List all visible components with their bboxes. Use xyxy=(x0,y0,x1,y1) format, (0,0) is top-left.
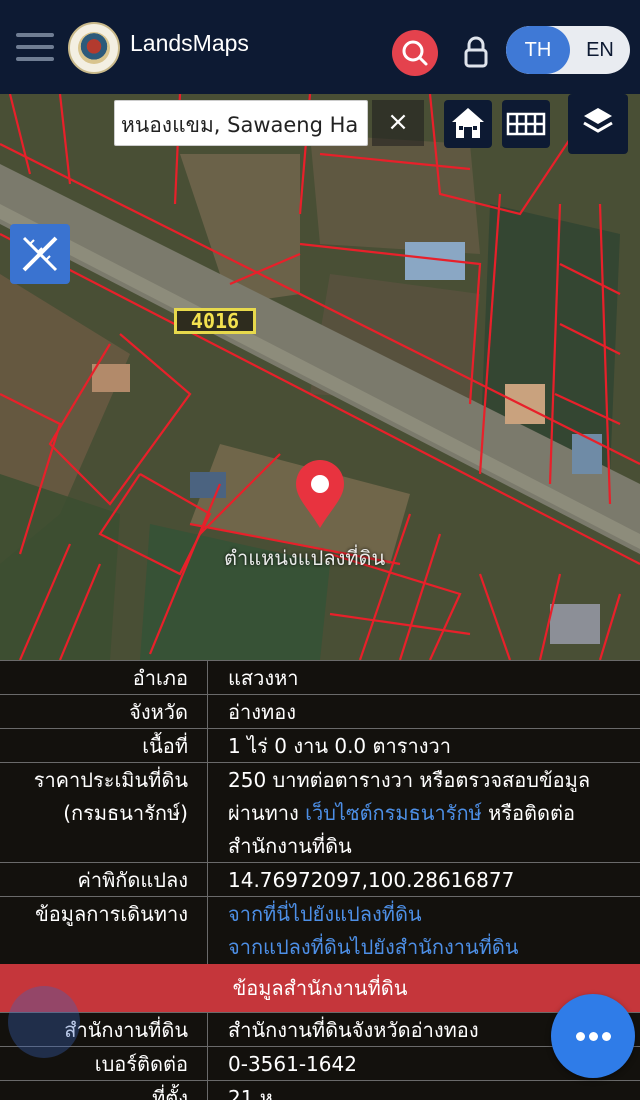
lock-icon[interactable] xyxy=(461,34,491,70)
price-suffix: หรือติดต่อ xyxy=(481,801,576,825)
directions-to-office-link[interactable]: จากแปลงที่ดินไปยังสำนักงานที่ดิน xyxy=(228,931,640,964)
ruler-pencil-icon xyxy=(22,236,58,272)
road-number-label: 4016 xyxy=(174,308,256,334)
district-label: อำเภอ xyxy=(132,666,188,690)
price-label: ราคาประเมินที่ดิน (กรมธนารักษ์) xyxy=(0,763,206,830)
more-options-button[interactable] xyxy=(551,994,635,1078)
logo-emblem[interactable] xyxy=(68,22,120,74)
coords-label: ค่าพิกัดแปลง xyxy=(77,868,189,892)
price-value-line1: 250 บาทต่อตารางวา หรือตรวจสอบข้อมูล xyxy=(228,768,591,792)
parcel-location-label: ตำแหน่งแปลงที่ดิน xyxy=(224,546,386,570)
layers-button[interactable] xyxy=(568,94,628,154)
price-label-line2: (กรมธนารักษ์) xyxy=(63,801,188,825)
area-row: เนื้อที่ 1 ไร่ 0 งาน 0.0 ตารางวา xyxy=(0,728,640,762)
grid-icon xyxy=(506,112,546,136)
home-button[interactable] xyxy=(444,100,492,148)
province-label: จังหวัด xyxy=(129,700,188,724)
area-label: เนื้อที่ xyxy=(142,734,188,758)
district-row: อำเภอ แสวงหา xyxy=(0,660,640,694)
province-row: จังหวัด อ่างทอง xyxy=(0,694,640,728)
coords-link[interactable]: 14.76972097,100.28616877 xyxy=(207,863,640,896)
phone-row: เบอร์ติดต่อ 0-3561-1642 xyxy=(0,1046,640,1080)
clear-search-button[interactable]: × xyxy=(372,100,424,146)
home-icon xyxy=(452,108,484,138)
grid-button[interactable] xyxy=(502,100,550,148)
layers-icon xyxy=(583,108,613,133)
price-value-line2: ผ่านทาง เว็บไซต์กรมธนารักษ์ หรือติดต่อ xyxy=(228,797,640,830)
office-row: สำนักงานที่ดิน สำนักงานที่ดินจังหวัดอ่าง… xyxy=(0,1012,640,1046)
address-row: ที่ตั้ง 21 ห xyxy=(0,1080,640,1100)
map-view[interactable]: หนองแขม, Sawaeng Ha × 4016 ตำแหน่งแปลงที… xyxy=(0,94,640,660)
info-icon[interactable] xyxy=(8,986,80,1058)
brand-title: LandsMaps xyxy=(130,30,249,56)
satellite-map xyxy=(0,94,640,660)
price-value: 250 บาทต่อตารางวา หรือตรวจสอบข้อมูล ผ่าน… xyxy=(207,763,640,862)
lang-en-button[interactable]: EN xyxy=(570,26,630,74)
address-label: ที่ตั้ง xyxy=(152,1086,188,1100)
price-row: ราคาประเมินที่ดิน (กรมธนารักษ์) 250 บาทต… xyxy=(0,762,640,862)
dot-icon xyxy=(576,1032,585,1041)
dot-icon xyxy=(589,1032,598,1041)
measure-button[interactable] xyxy=(10,224,70,284)
dot-icon xyxy=(602,1032,611,1041)
location-pin-icon[interactable] xyxy=(294,460,346,530)
district-value: แสวงหา xyxy=(207,661,640,694)
area-value: 1 ไร่ 0 งาน 0.0 ตารางวา xyxy=(207,729,640,762)
top-bar: LandsMaps TH EN xyxy=(0,0,640,94)
travel-label: ข้อมูลการเดินทาง xyxy=(35,902,188,926)
directions-to-parcel-link[interactable]: จากที่นี่ไปยังแปลงที่ดิน xyxy=(228,898,640,931)
parcel-info-panel: อำเภอ แสวงหา จังหวัด อ่างทอง เนื้อที่ 1 … xyxy=(0,660,640,1100)
travel-row: ข้อมูลการเดินทาง จากที่นี่ไปยังแปลงที่ดิ… xyxy=(0,896,640,964)
land-office-section-header: ข้อมูลสำนักงานที่ดิน xyxy=(0,964,640,1012)
search-icon xyxy=(402,40,428,66)
search-button[interactable] xyxy=(392,30,438,76)
price-label-line1: ราคาประเมินที่ดิน xyxy=(33,768,188,792)
travel-links: จากที่นี่ไปยังแปลงที่ดิน จากแปลงที่ดินไป… xyxy=(207,897,640,964)
address-value: 21 ห xyxy=(207,1081,640,1100)
lang-th-button[interactable]: TH xyxy=(506,26,570,74)
coords-row: ค่าพิกัดแปลง 14.76972097,100.28616877 xyxy=(0,862,640,896)
price-value-line3: สำนักงานที่ดิน xyxy=(228,834,352,858)
price-prefix: ผ่านทาง xyxy=(228,801,306,825)
province-value: อ่างทอง xyxy=(207,695,640,728)
language-toggle[interactable]: TH EN xyxy=(506,26,630,74)
map-search-input[interactable]: หนองแขม, Sawaeng Ha xyxy=(114,100,368,146)
treasury-website-link[interactable]: เว็บไซต์กรมธนารักษ์ xyxy=(305,801,482,825)
menu-icon[interactable] xyxy=(16,33,54,61)
